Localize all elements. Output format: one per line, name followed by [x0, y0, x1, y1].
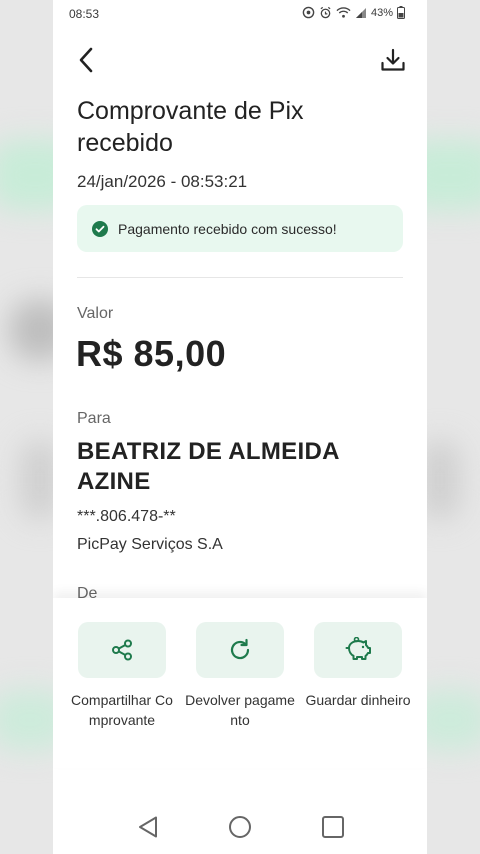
battery-percent: 43% [370, 6, 393, 19]
status-bar: 08:53 43% [53, 0, 427, 28]
share-receipt-label: Compartilhar Comprovante [71, 692, 173, 728]
phone-screen: 08:53 43% Comprovante de Pix recebido 24… [53, 0, 427, 854]
circle-home-icon [229, 816, 251, 838]
return-payment-button[interactable]: Devolver pagamento [185, 622, 295, 730]
nav-recents-button[interactable] [318, 812, 348, 842]
transaction-datetime: 24/jan/2026 - 08:53:21 [77, 172, 248, 191]
value-label: Valor [77, 305, 114, 322]
square-recents-icon [322, 816, 344, 838]
recipient-institution: PicPay Serviços S.A [77, 536, 223, 553]
save-money-label: Guardar dinheiro [305, 692, 411, 708]
signal-icon [355, 7, 366, 18]
download-icon [381, 48, 405, 71]
recipient-document: ***.806.478-** [77, 508, 176, 525]
triangle-back-icon [139, 816, 157, 838]
divider [77, 277, 403, 278]
amount-value: R$ 85,00 [76, 333, 227, 374]
status-time: 08:53 [69, 7, 100, 21]
share-receipt-button[interactable]: Compartilhar Comprovante [67, 622, 177, 730]
from-label: De [77, 585, 98, 599]
refresh-icon [230, 638, 250, 660]
top-app-bar [53, 40, 427, 80]
back-button[interactable] [71, 44, 101, 76]
piggy-bank-icon-box [314, 622, 402, 678]
nav-back-button[interactable] [133, 812, 163, 842]
share-icon-box [78, 622, 166, 678]
return-payment-label: Devolver pagamento [185, 692, 295, 728]
wifi-icon [336, 7, 351, 18]
status-icons: 43% [302, 6, 405, 19]
action-panel: Compartilhar Comprovante Devolver pagame… [53, 598, 427, 768]
check-circle-icon [92, 220, 108, 237]
system-nav-bar [53, 800, 427, 854]
save-money-button[interactable]: Guardar dinheiro [303, 622, 413, 710]
piggy-bank-icon [345, 637, 371, 660]
to-label: Para [77, 410, 111, 427]
success-banner: Pagamento recebido com sucesso! [77, 205, 403, 252]
success-message: Pagamento recebido com sucesso! [118, 220, 337, 237]
download-button[interactable] [377, 44, 409, 76]
refresh-icon-box [196, 622, 284, 678]
share-icon [112, 639, 132, 661]
arrow-left-icon [79, 47, 93, 73]
battery-icon [397, 6, 405, 19]
alarm-icon [320, 6, 331, 19]
vpn-icon [302, 6, 315, 19]
nav-home-button[interactable] [225, 812, 255, 842]
page-title: Comprovante de Pix recebido [77, 97, 304, 157]
recipient-name: BEATRIZ DE ALMEIDA AZINE [77, 438, 339, 495]
